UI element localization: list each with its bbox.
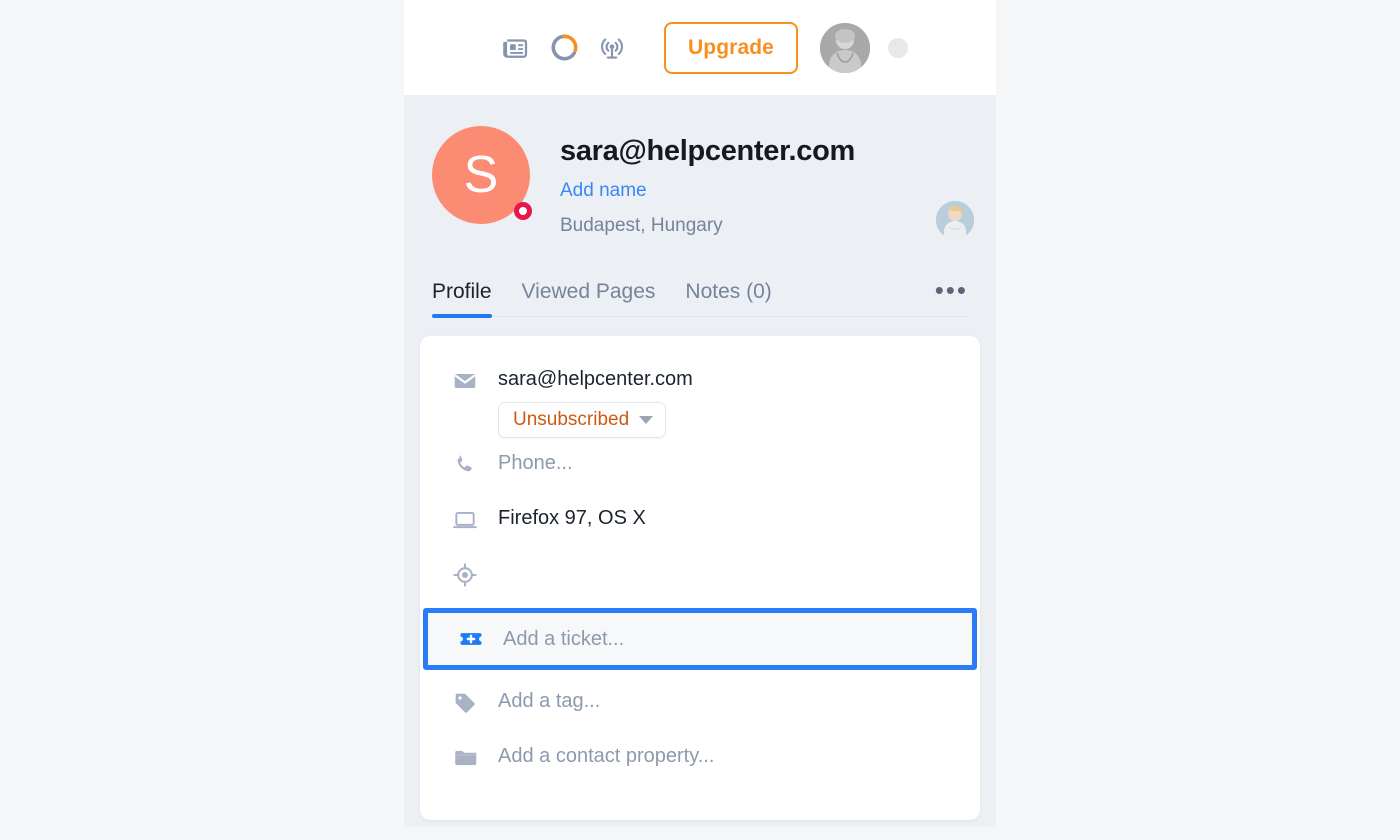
status-ring-badge [514, 202, 532, 220]
add-contact-property-row[interactable]: Add a contact property... [420, 731, 980, 786]
profile-panel: S sara@helpcenter.com Add name Budapest,… [404, 96, 996, 827]
profile-tabs: Profile Viewed Pages Notes (0) ••• [404, 265, 996, 319]
add-tag-body: Add a tag... [486, 676, 948, 714]
detail-row-phone[interactable]: Phone... [420, 438, 980, 493]
tab-profile[interactable]: Profile [432, 280, 492, 319]
detail-device-body: Firefox 97, OS X [486, 493, 948, 531]
profile-header: S sara@helpcenter.com Add name Budapest,… [404, 96, 996, 239]
detail-row-email: sara@helpcenter.com Unsubscribed [420, 354, 980, 439]
subscription-status-label: Unsubscribed [513, 409, 630, 431]
contact-avatar[interactable]: S [432, 126, 532, 224]
more-options-icon[interactable]: ••• [935, 277, 968, 317]
contact-details-card: sara@helpcenter.com Unsubscribed Phone..… [420, 336, 980, 821]
add-ticket-row[interactable]: Add a ticket... [423, 608, 977, 671]
profile-header-text: sara@helpcenter.com Add name Budapest, H… [560, 122, 968, 237]
contact-email-title: sara@helpcenter.com [560, 135, 855, 167]
contact-avatar-initial: S [463, 146, 499, 204]
add-contact-property-body: Add a contact property... [486, 731, 948, 769]
add-ticket-body: Add a ticket... [491, 626, 943, 652]
news-icon[interactable] [492, 24, 540, 72]
laptop-icon [452, 493, 486, 533]
status-dot[interactable] [887, 37, 908, 58]
detail-location-value[interactable] [498, 548, 948, 560]
folder-icon [452, 731, 486, 771]
detail-row-device: Firefox 97, OS X [420, 493, 980, 548]
add-tag-row[interactable]: Add a tag... [420, 676, 980, 731]
assigned-agent-avatar[interactable] [936, 201, 974, 239]
ticket-plus-icon [457, 625, 491, 653]
detail-location-body [486, 548, 948, 560]
envelope-icon [452, 354, 486, 394]
add-ticket-placeholder[interactable]: Add a ticket... [503, 626, 943, 652]
contact-panel: Upgrade S sara@helpcenter.com Add name B… [404, 0, 996, 840]
broadcast-icon[interactable] [588, 24, 636, 72]
progress-ring-icon[interactable] [540, 24, 588, 72]
tab-viewed-pages[interactable]: Viewed Pages [522, 280, 656, 317]
detail-email-value[interactable]: sara@helpcenter.com [498, 354, 948, 392]
detail-email-body: sara@helpcenter.com Unsubscribed [486, 354, 948, 439]
contact-location: Budapest, Hungary [560, 214, 723, 236]
phone-icon [452, 438, 486, 477]
chevron-down-icon [639, 416, 654, 425]
tab-notes[interactable]: Notes (0) [685, 280, 771, 317]
top-bar: Upgrade [404, 0, 996, 96]
account-avatar[interactable] [819, 22, 870, 73]
detail-phone-body: Phone... [486, 438, 948, 476]
upgrade-button[interactable]: Upgrade [664, 21, 798, 74]
detail-row-location[interactable] [420, 548, 980, 600]
add-tag-placeholder[interactable]: Add a tag... [498, 676, 948, 714]
location-target-icon [452, 548, 486, 588]
tag-icon [452, 676, 486, 716]
add-name-link[interactable]: Add name [560, 180, 968, 203]
subscription-status-badge[interactable]: Unsubscribed [498, 402, 667, 439]
detail-device-value: Firefox 97, OS X [498, 507, 646, 530]
detail-phone-placeholder[interactable]: Phone... [498, 438, 948, 476]
add-contact-property-placeholder[interactable]: Add a contact property... [498, 731, 948, 769]
top-bar-inner: Upgrade [492, 21, 908, 74]
